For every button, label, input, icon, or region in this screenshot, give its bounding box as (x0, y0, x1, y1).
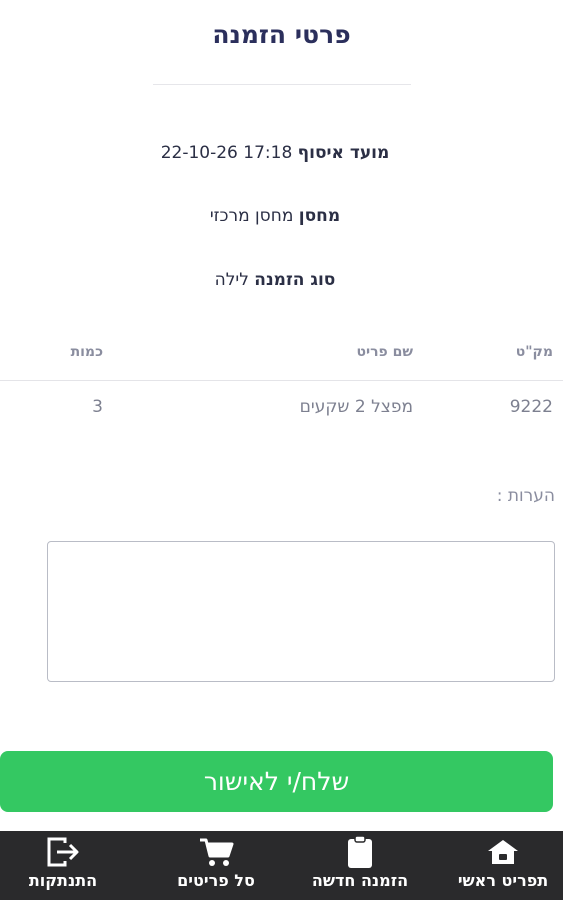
nav-main-menu-label: תפריט ראשי (457, 871, 549, 890)
home-icon (483, 834, 523, 870)
cart-icon (196, 834, 236, 870)
nav-new-order-label: הזמנה חדשה (311, 871, 409, 890)
pickup-time-value: 22-10-26 17:18 (160, 143, 293, 163)
row-quantity: 3 (92, 397, 103, 417)
nav-cart[interactable]: סל פריטים (161, 831, 271, 900)
order-type-label: סוג הזמנה (254, 270, 336, 290)
warehouse-value: מחסן מרכזי (209, 206, 294, 226)
nav-cart-label: סל פריטים (177, 871, 255, 890)
table-divider (0, 380, 563, 381)
items-table-header: מק"ט שם פריט כמות (0, 344, 563, 364)
pickup-time-label: מועד איסוף (297, 143, 390, 163)
row-item-name: מפצל 2 שקעים (299, 397, 413, 417)
notes-label: הערות : (496, 486, 555, 506)
nav-new-order[interactable]: הזמנה חדשה (295, 831, 425, 900)
logout-icon (43, 834, 83, 870)
order-type-value: לילה (214, 270, 249, 290)
warehouse-line: מחסן מחסן מרכזי (0, 206, 550, 226)
row-sku: 9222 (509, 397, 553, 417)
pickup-time-line: מועד איסוף 22-10-26 17:18 (0, 143, 550, 163)
header-sku: מק"ט (515, 344, 553, 360)
send-for-approval-button[interactable]: שלח/י לאישור (0, 751, 553, 812)
warehouse-label: מחסן (298, 206, 341, 226)
order-type-line: סוג הזמנה לילה (0, 270, 550, 290)
header-quantity: כמות (70, 344, 103, 360)
table-row: 9222 מפצל 2 שקעים 3 (0, 397, 563, 421)
notes-textarea[interactable] (47, 541, 555, 682)
nav-main-menu[interactable]: תפריט ראשי (443, 831, 563, 900)
page-title: פרטי הזמנה (212, 20, 351, 49)
nav-logout-label: התנתקות (28, 871, 98, 890)
bottom-nav: תפריט ראשי הזמנה חדשה סל פריטים התנתקות (0, 831, 563, 900)
title-divider (153, 84, 411, 85)
nav-logout[interactable]: התנתקות (13, 831, 113, 900)
header-item-name: שם פריט (356, 344, 413, 360)
clipboard-icon (340, 834, 380, 870)
